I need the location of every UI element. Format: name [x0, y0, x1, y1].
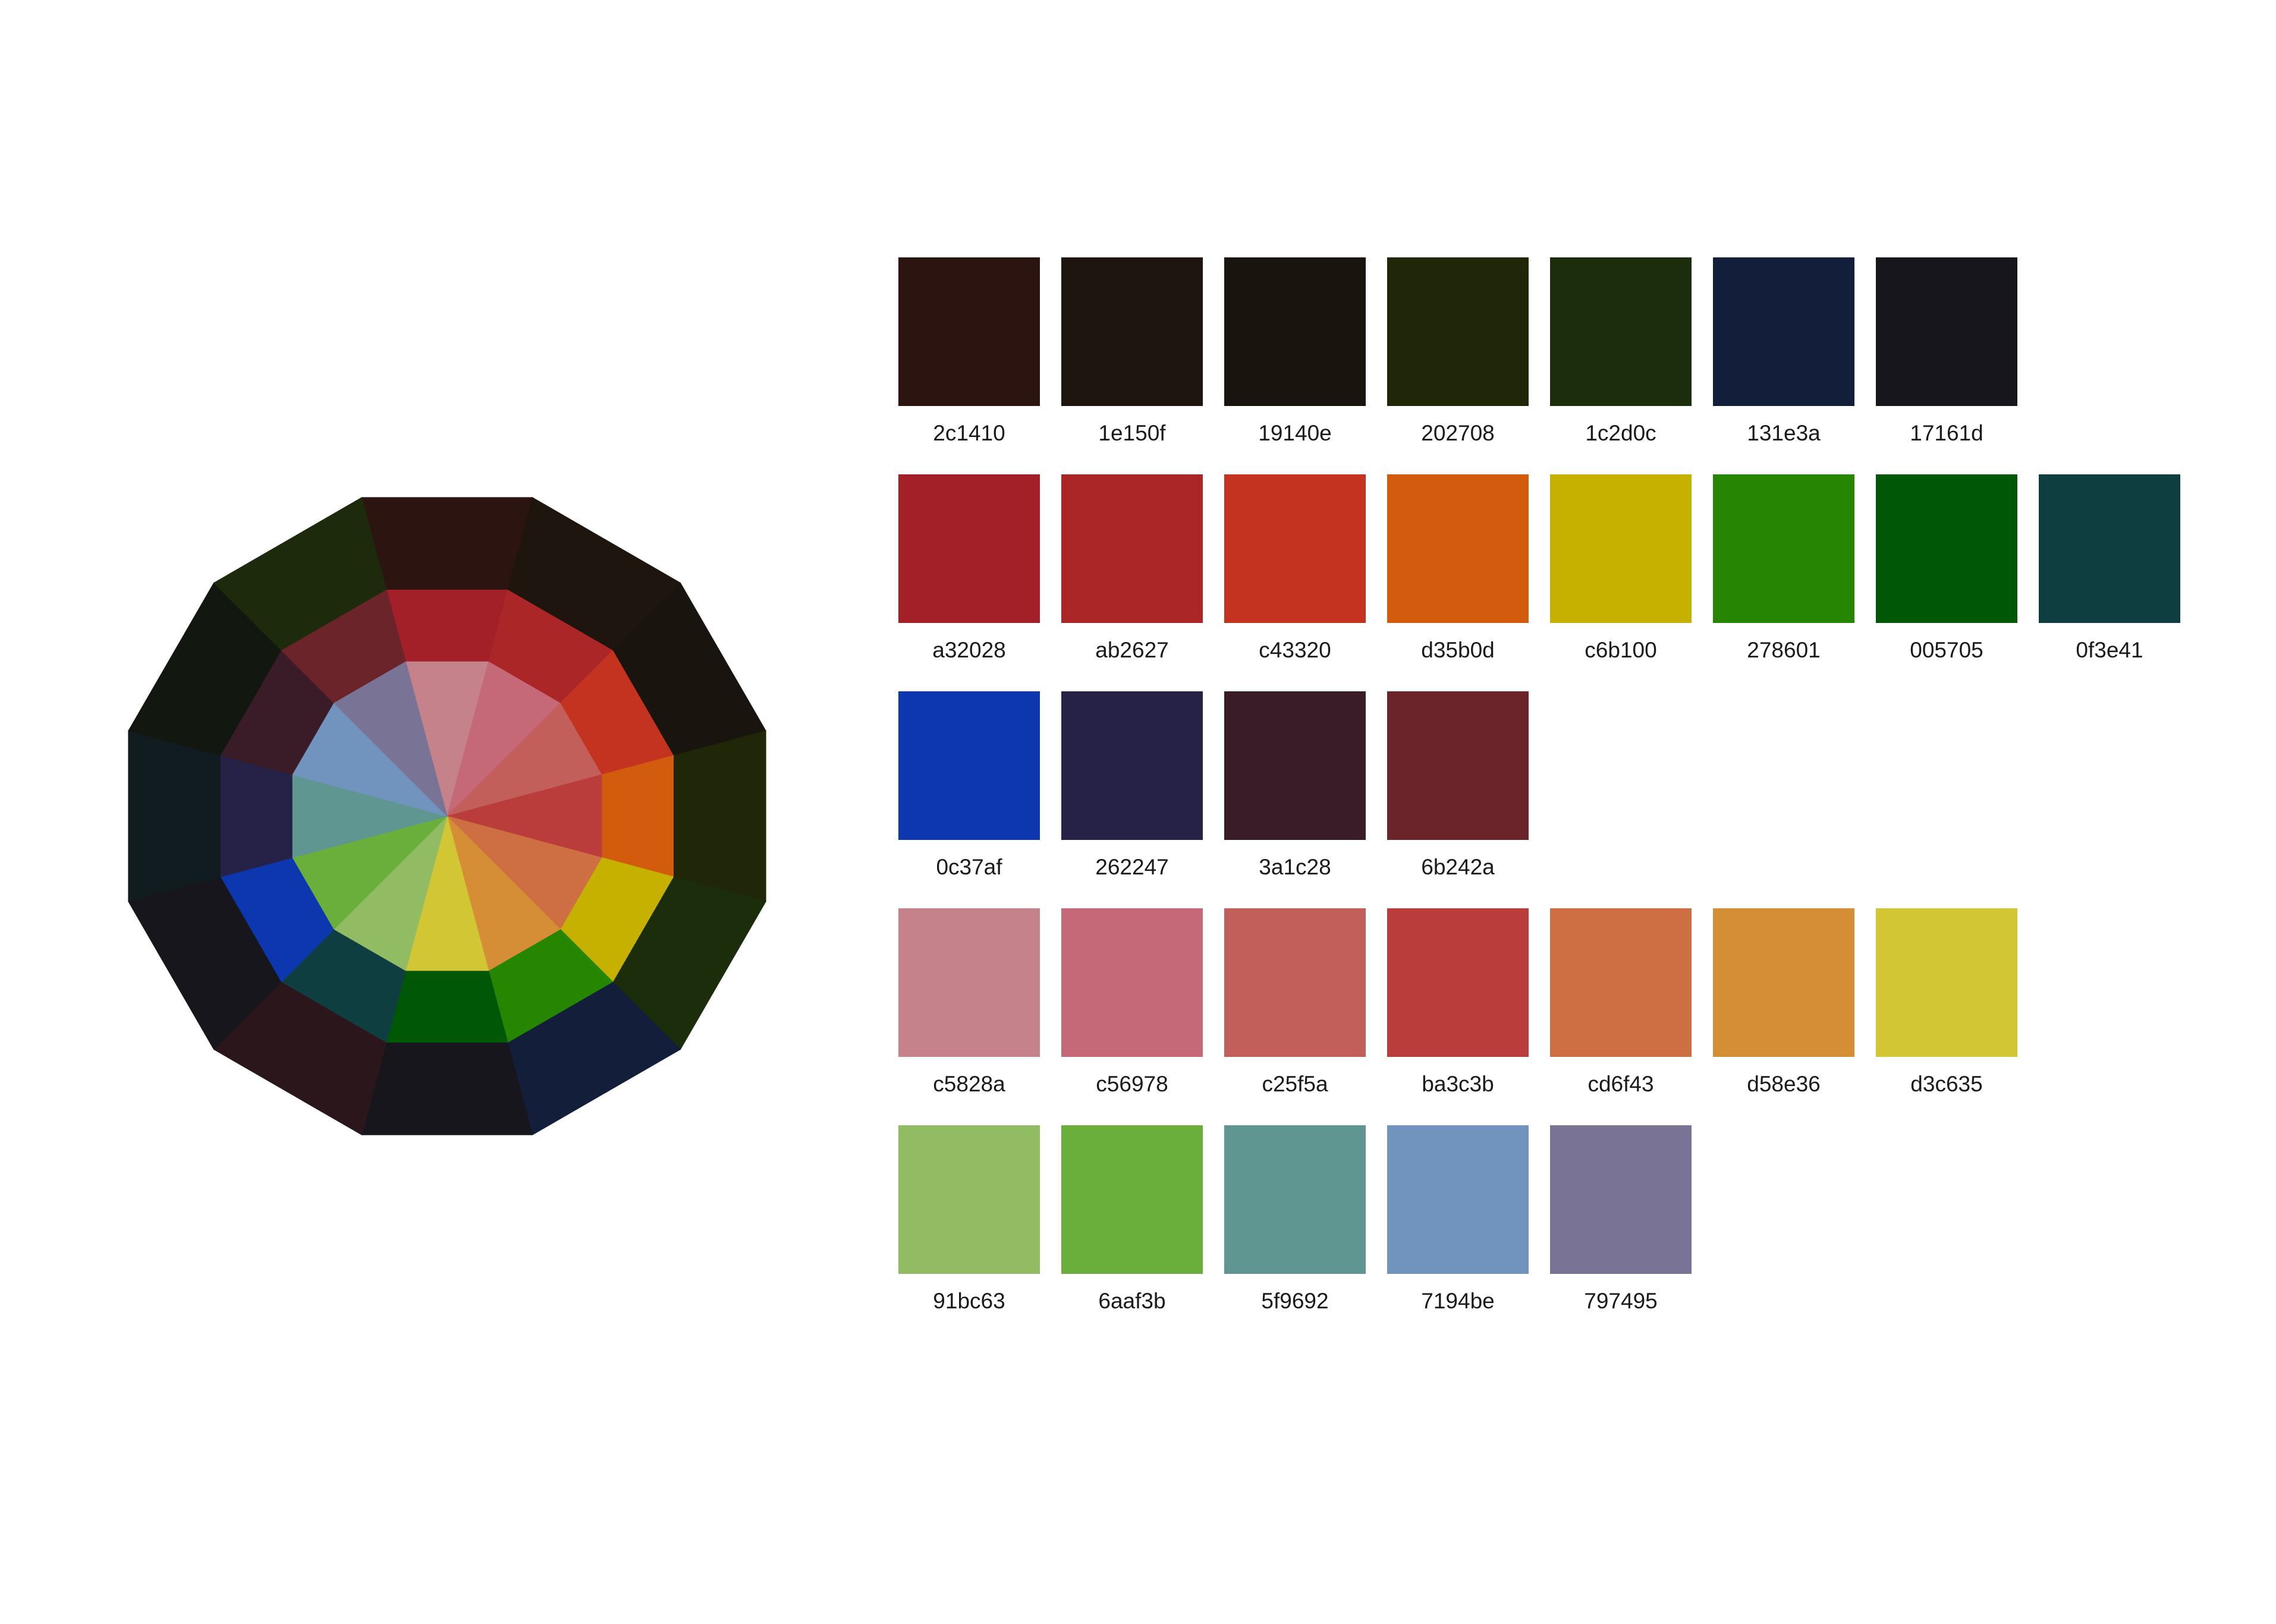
swatch-hex-label: 2c1410 [933, 421, 1005, 445]
color-swatch [1713, 474, 1854, 623]
swatch-hex-label: ba3c3b [1422, 1072, 1494, 1096]
color-swatch [1224, 691, 1366, 840]
wheel-segment-middle-0 [386, 589, 508, 662]
swatch-hex-label: 91bc63 [933, 1289, 1005, 1313]
swatch-hex-label: 7194be [1421, 1289, 1495, 1313]
swatch-hex-label: c5828a [933, 1072, 1005, 1096]
color-swatch [898, 257, 1040, 406]
color-swatch [1713, 908, 1854, 1057]
swatch-hex-label: c25f5a [1262, 1072, 1328, 1096]
wheel-segment-middle-3 [602, 755, 674, 877]
color-swatch [1387, 908, 1529, 1057]
wheel-segment-outer-0 [361, 497, 533, 590]
color-swatch [1061, 474, 1203, 623]
swatch-hex-label: 0c37af [936, 855, 1002, 879]
color-swatch [1387, 1125, 1529, 1274]
swatch-hex-label: 131e3a [1747, 421, 1821, 445]
swatch-hex-label: 5f9692 [1261, 1289, 1329, 1313]
color-swatch [1061, 257, 1203, 406]
color-swatch [898, 908, 1040, 1057]
color-swatch [1224, 474, 1366, 623]
color-swatch [1061, 691, 1203, 840]
color-swatch [1061, 908, 1203, 1057]
color-wheel [128, 497, 766, 1135]
swatch-hex-label: c6b100 [1585, 638, 1657, 662]
wheel-segment-middle-6 [386, 971, 508, 1043]
color-swatch [898, 691, 1040, 840]
swatch-hex-label: 6aaf3b [1098, 1289, 1166, 1313]
color-swatch [1876, 474, 2017, 623]
color-swatch [1550, 257, 1692, 406]
swatch-hex-label: d35b0d [1421, 638, 1495, 662]
swatch-hex-label: 797495 [1584, 1289, 1658, 1313]
swatch-hex-label: 6b242a [1421, 855, 1495, 879]
swatch-hex-label: c43320 [1259, 638, 1331, 662]
swatch-hex-label: 0f3e41 [2076, 638, 2143, 662]
swatch-hex-label: 1e150f [1098, 421, 1166, 445]
swatch-hex-label: 005705 [1910, 638, 1983, 662]
swatch-hex-label: 19140e [1258, 421, 1332, 445]
wheel-segment-outer-6 [361, 1043, 533, 1135]
color-swatch [898, 474, 1040, 623]
swatch-hex-label: d58e36 [1747, 1072, 1821, 1096]
swatch-hex-label: d3c635 [1910, 1072, 1983, 1096]
color-swatch [1061, 1125, 1203, 1274]
swatch-hex-label: a32028 [932, 638, 1006, 662]
color-swatch [2039, 474, 2180, 623]
color-swatch [1550, 1125, 1692, 1274]
color-swatch [1387, 257, 1529, 406]
color-swatch [1387, 691, 1529, 840]
swatch-hex-label: 3a1c28 [1259, 855, 1331, 879]
swatch-hex-label: 202708 [1421, 421, 1495, 445]
color-swatch [1224, 1125, 1366, 1274]
color-swatch [1387, 474, 1529, 623]
color-swatch [1713, 257, 1854, 406]
wheel-segment-outer-3 [674, 730, 766, 902]
swatch-hex-label: c56978 [1096, 1072, 1168, 1096]
color-swatch [1876, 257, 2017, 406]
swatch-hex-label: 17161d [1910, 421, 1983, 445]
color-swatch [1550, 474, 1692, 623]
wheel-segment-outer-9 [128, 730, 221, 902]
swatch-hex-label: cd6f43 [1587, 1072, 1654, 1096]
swatch-hex-label: 1c2d0c [1585, 421, 1656, 445]
color-swatch [898, 1125, 1040, 1274]
color-swatch [1224, 908, 1366, 1057]
swatch-hex-label: 278601 [1747, 638, 1821, 662]
swatch-hex-label: 262247 [1095, 855, 1169, 879]
color-swatch [1550, 908, 1692, 1057]
color-swatch [1224, 257, 1366, 406]
wheel-segment-middle-9 [220, 755, 293, 877]
swatch-hex-label: ab2627 [1095, 638, 1169, 662]
color-swatch [1876, 908, 2017, 1057]
